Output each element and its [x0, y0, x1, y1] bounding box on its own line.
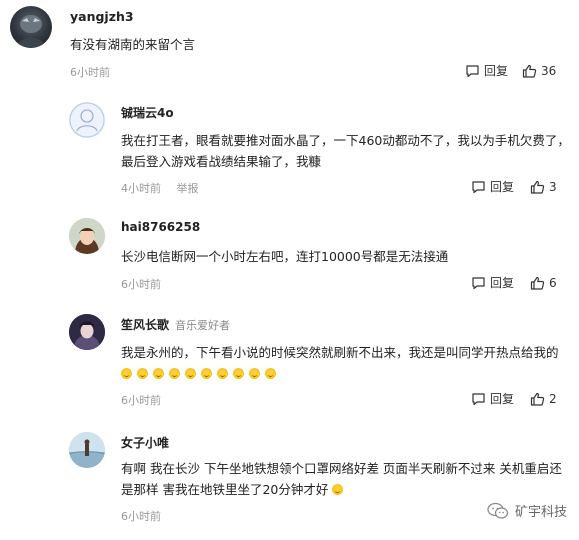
comment-icon [472, 276, 485, 289]
report-link[interactable]: 举报 [177, 182, 199, 195]
like-count: 2 [549, 391, 557, 406]
reply-meta: 6小时前 [121, 392, 161, 408]
comment-icon [472, 180, 485, 193]
default-avatar-icon [69, 102, 105, 138]
reply-label: 回复 [490, 276, 515, 290]
like-button[interactable]: 2 [530, 392, 557, 406]
comment-icon [472, 392, 485, 405]
laughing-emoji-icon [332, 484, 344, 495]
reply-actions: 回复 6 [471, 274, 557, 291]
reply-button[interactable]: 回复 [471, 390, 514, 407]
reply-meta: 6小时前 [121, 508, 161, 524]
avatar-image [69, 218, 105, 254]
user-tag: 音乐爱好者 [175, 319, 231, 332]
reply-label: 回复 [484, 64, 509, 78]
thumbs-up-icon [522, 64, 537, 78]
reply-item: hai8766258 长沙电信断网一个小时左右吧，连打10000号都是无法接通 … [67, 218, 579, 294]
username[interactable]: yangjzh3 [70, 9, 134, 24]
laughing-emoji-icon [216, 368, 228, 379]
reply-button[interactable]: 回复 [465, 62, 508, 79]
laughing-emoji-icon [264, 368, 276, 379]
avatar[interactable] [69, 314, 105, 350]
like-count: 6 [549, 275, 557, 290]
reply-label: 回复 [490, 392, 515, 406]
wechat-icon [487, 502, 509, 519]
timestamp: 6小时前 [70, 66, 110, 79]
laughing-emoji-icon [232, 368, 244, 379]
avatar-image [16, 15, 46, 48]
avatar[interactable] [69, 218, 105, 254]
username-text: hai8766258 [121, 220, 201, 234]
comment-thread: yangjzh3 有没有湖南的来留个言 6小时前 回复 36 铖瑞云4o 我在打… [0, 0, 579, 540]
like-button[interactable]: 3 [530, 180, 557, 194]
reply-item: 笙风长歌 音乐爱好者 我是永州的，下午看小说的时候突然就刷新不出来，我还是叫同学开… [67, 314, 579, 414]
like-button[interactable]: 6 [530, 276, 557, 290]
watermark: 矿宇科技 [487, 501, 567, 520]
reply-text-content: 我是永州的，下午看小说的时候突然就刷新不出来，我还是叫同学开热点给我的 [121, 345, 559, 360]
like-button[interactable]: 36 [522, 64, 556, 78]
top-comment: yangjzh3 有没有湖南的来留个言 6小时前 回复 36 [0, 0, 579, 84]
timestamp: 4小时前 [121, 182, 161, 195]
avatar[interactable] [10, 6, 52, 48]
comment-icon [466, 64, 479, 77]
watermark-text: 矿宇科技 [514, 505, 567, 520]
username[interactable]: hai8766258 [121, 220, 200, 234]
laughing-emoji-icon [168, 368, 180, 379]
username[interactable]: 笙风长歌 音乐爱好者 [121, 316, 230, 333]
comment-actions: 回复 36 [465, 62, 556, 79]
emoji-row [121, 366, 277, 381]
username[interactable]: 铖瑞云4o [121, 104, 174, 121]
thumbs-up-icon [530, 180, 545, 194]
avatar-image [69, 314, 105, 350]
laughing-emoji-icon [121, 368, 132, 379]
avatar[interactable] [69, 432, 105, 468]
reply-button[interactable]: 回复 [471, 274, 514, 291]
laughing-emoji-icon [200, 368, 212, 379]
reply-text: 有啊 我在长沙 下午坐地铁想领个口罩网络好差 页面半天刷新不过来 关机重启还是那… [121, 458, 573, 500]
reply-actions: 回复 3 [471, 178, 557, 195]
like-count: 36 [541, 63, 557, 78]
laughing-emoji-icon [136, 368, 148, 379]
reply-text: 我在打王者，眼看就要推对面水晶了，一下460动都动不了，我以为手机欠费了，最后登… [121, 133, 570, 169]
reply-label: 回复 [490, 180, 515, 194]
avatar[interactable] [69, 102, 105, 138]
comment-text: 有没有湖南的来留个言 [70, 37, 196, 52]
username-text: 女子小唯 [121, 436, 170, 450]
reply-item: 铖瑞云4o 我在打王者，眼看就要推对面水晶了，一下460动都动不了，我以为手机欠… [67, 102, 579, 198]
avatar-image [69, 432, 105, 468]
timestamp: 6小时前 [121, 394, 161, 407]
timestamp: 6小时前 [121, 510, 161, 523]
laughing-emoji-icon [184, 368, 196, 379]
laughing-emoji-icon [248, 368, 260, 379]
reply-button[interactable]: 回复 [471, 178, 514, 195]
username-text: 笙风长歌 [121, 318, 170, 332]
reply-meta: 6小时前 [121, 276, 161, 292]
reply-actions: 回复 2 [471, 390, 557, 407]
reply-text: 长沙电信断网一个小时左右吧，连打10000号都是无法接通 [121, 249, 449, 264]
thumbs-up-icon [530, 392, 545, 406]
reply-text: 我是永州的，下午看小说的时候突然就刷新不出来，我还是叫同学开热点给我的 [121, 342, 573, 384]
laughing-emoji-icon [152, 368, 164, 379]
username-text: 铖瑞云4o [121, 106, 174, 120]
username[interactable]: 女子小唯 [121, 434, 169, 451]
like-count: 3 [549, 179, 557, 194]
timestamp: 6小时前 [121, 278, 161, 291]
thumbs-up-icon [530, 276, 545, 290]
reply-meta: 4小时前 举报 [121, 180, 199, 196]
